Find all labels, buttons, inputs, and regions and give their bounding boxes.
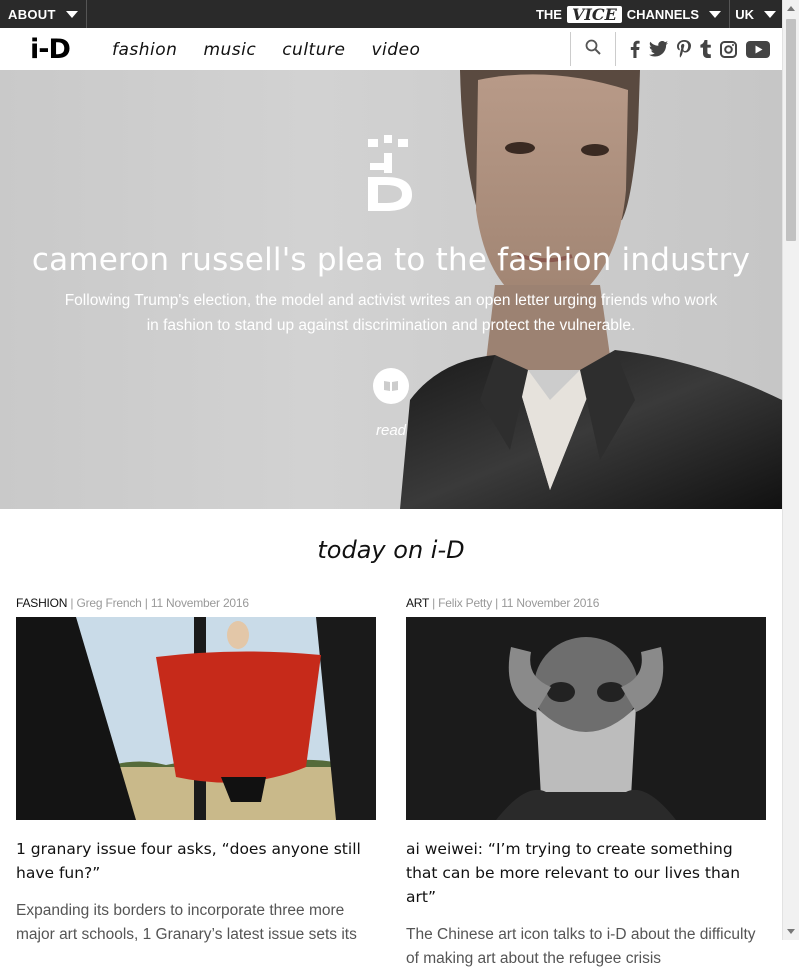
- read-button[interactable]: [373, 368, 409, 404]
- vice-top-bar: ABOUT THE VICE CHANNELS UK: [0, 0, 782, 28]
- meta-separator: |: [70, 596, 74, 610]
- about-label: ABOUT: [8, 6, 56, 22]
- scroll-down-icon[interactable]: [787, 929, 795, 934]
- channels-prefix: THE: [535, 6, 562, 22]
- facebook-icon[interactable]: [630, 40, 640, 58]
- article-excerpt: The Chinese art icon talks to i-D about …: [406, 926, 756, 967]
- section-title: today on i-D: [317, 536, 465, 564]
- chevron-down-icon: [764, 10, 776, 18]
- channels-suffix: CHANNELS: [626, 6, 699, 22]
- article-category[interactable]: ART: [406, 596, 429, 610]
- divider: [615, 32, 616, 66]
- pinterest-icon[interactable]: [677, 40, 691, 58]
- article-author[interactable]: Greg French: [76, 596, 141, 610]
- nav-item-music[interactable]: music: [203, 40, 256, 60]
- article-category[interactable]: FASHION: [16, 596, 67, 610]
- scroll-thumb[interactable]: [786, 19, 796, 241]
- main-navigation: i-D fashion music culture video: [0, 28, 782, 71]
- article-thumbnail[interactable]: [16, 617, 376, 820]
- article-title[interactable]: ai weiwei: “I’m trying to create somethi…: [406, 837, 766, 909]
- twitter-icon[interactable]: [649, 41, 668, 57]
- article-thumbnail[interactable]: [406, 617, 766, 820]
- vice-channels-menu[interactable]: THE VICE CHANNELS: [536, 0, 730, 28]
- nav-item-video[interactable]: video: [371, 40, 420, 60]
- vice-logo: VICE: [566, 5, 622, 23]
- divider: [570, 32, 571, 66]
- hero-subtitle: Following Trump's election, the model an…: [64, 292, 718, 334]
- read-label[interactable]: read: [370, 422, 412, 439]
- nav-item-culture[interactable]: culture: [282, 40, 345, 60]
- article-date: 11 November 2016: [150, 596, 249, 610]
- meta-separator: |: [495, 596, 499, 610]
- section-nav: fashion music culture video: [112, 40, 420, 60]
- meta-separator: |: [432, 596, 436, 610]
- article-meta: ART | Felix Petty | 11 November 2016: [406, 594, 766, 612]
- search-icon[interactable]: [585, 39, 601, 60]
- nav-item-fashion[interactable]: fashion: [112, 40, 177, 60]
- region-label: UK: [735, 6, 754, 22]
- about-menu[interactable]: ABOUT: [0, 0, 87, 28]
- meta-separator: |: [144, 596, 148, 610]
- id-logo[interactable]: i-D: [30, 34, 71, 65]
- article-card[interactable]: FASHION | Greg French | 11 November 2016…: [16, 594, 376, 947]
- article-title[interactable]: 1 granary issue four asks, “does anyone …: [16, 837, 376, 885]
- youtube-icon[interactable]: [746, 40, 770, 58]
- article-card[interactable]: ART | Felix Petty | 11 November 2016 ai …: [406, 594, 766, 971]
- chevron-down-icon: [709, 10, 721, 18]
- nav-tools: [556, 32, 770, 66]
- id-logo-mark: [368, 135, 412, 211]
- hero-feature[interactable]: cameron russell's plea to the fashion in…: [0, 70, 782, 509]
- article-meta: FASHION | Greg French | 11 November 2016: [16, 594, 376, 612]
- article-date: 11 November 2016: [501, 596, 600, 610]
- social-links: [630, 40, 770, 58]
- instagram-icon[interactable]: [720, 40, 737, 58]
- book-icon: [384, 381, 398, 391]
- scroll-up-icon[interactable]: [787, 6, 795, 11]
- page-scrollbar[interactable]: [782, 0, 799, 940]
- hero-title[interactable]: cameron russell's plea to the fashion in…: [0, 242, 782, 278]
- region-selector[interactable]: UK: [735, 0, 776, 28]
- tumblr-icon[interactable]: [700, 40, 711, 58]
- chevron-down-icon: [65, 10, 78, 18]
- article-author[interactable]: Felix Petty: [438, 596, 492, 610]
